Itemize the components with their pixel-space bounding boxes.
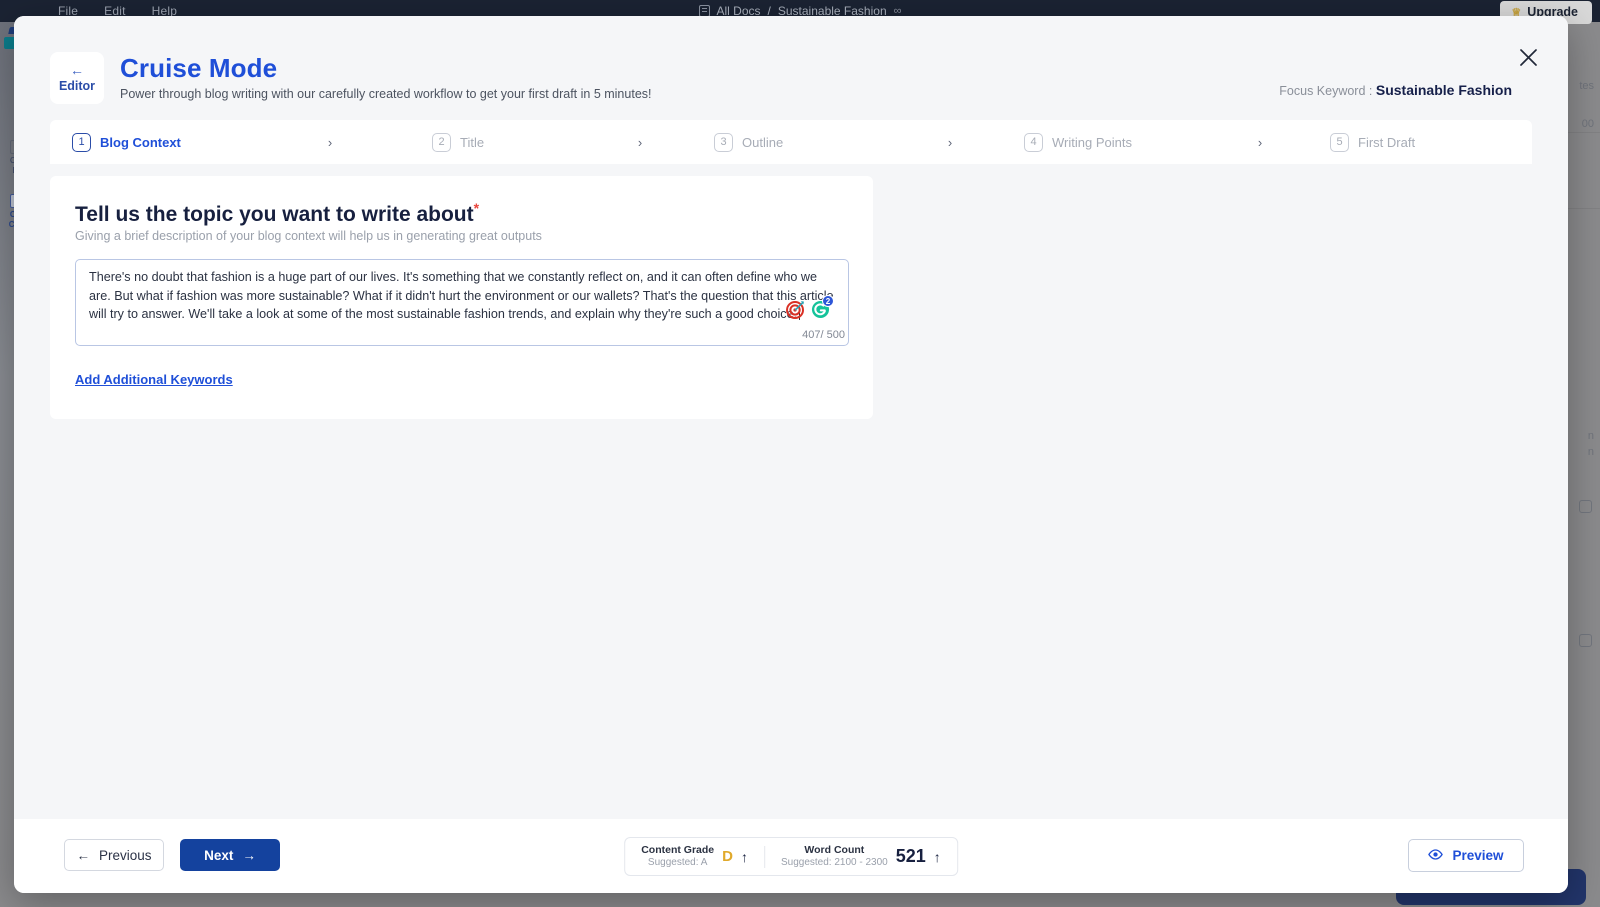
next-label: Next <box>204 848 233 863</box>
modal-footer: ← Previous Next → Content Grade Suggeste… <box>14 819 1568 893</box>
bg-right-text-2: 00 <box>1582 118 1594 130</box>
modal-header: ← Editor Cruise Mode Power through blog … <box>14 16 1568 117</box>
step-title[interactable]: 2 Title <box>432 133 484 152</box>
modal-title-group: Cruise Mode Power through blog writing w… <box>120 52 652 101</box>
previous-label: Previous <box>99 848 152 863</box>
step-slot-3: 3 Outline <box>670 133 920 152</box>
step-first-draft[interactable]: 5 First Draft <box>1330 133 1415 152</box>
question-subtitle: Giving a brief description of your blog … <box>75 229 542 243</box>
step-writing-points[interactable]: 4 Writing Points <box>1024 133 1132 152</box>
step-2-number: 2 <box>432 133 451 152</box>
textarea-assist-icons: 2 <box>786 300 830 319</box>
step-outline[interactable]: 3 Outline <box>714 133 783 152</box>
content-grade-suggested: Suggested: A <box>641 857 714 870</box>
bg-right-text-1: tes <box>1579 80 1594 92</box>
next-button[interactable]: Next → <box>180 839 280 871</box>
page-title: Cruise Mode <box>120 52 652 84</box>
previous-arrow-icon: ← <box>76 848 90 863</box>
copy-icon-1[interactable] <box>1579 500 1592 513</box>
step-chevron-icon-4: › <box>1230 135 1290 150</box>
step-chevron-icon-1: › <box>300 135 360 150</box>
preview-label: Preview <box>1452 848 1503 863</box>
character-counter: 407/ 500 <box>802 329 845 341</box>
stat-content-grade[interactable]: Content Grade Suggested: A D ↑ <box>641 844 748 869</box>
preview-button[interactable]: Preview <box>1408 839 1524 872</box>
word-count-label: Word Count <box>781 844 888 857</box>
grammarly-icon[interactable]: 2 <box>811 300 830 319</box>
back-arrow-icon: ← <box>70 63 84 77</box>
focus-keyword-label: Focus Keyword : <box>1279 84 1372 98</box>
page-subtitle: Power through blog writing with our care… <box>120 87 652 101</box>
step-5-number: 5 <box>1330 133 1349 152</box>
next-arrow-icon: → <box>242 848 256 863</box>
previous-button[interactable]: ← Previous <box>64 839 164 871</box>
cruise-mode-modal: ← Editor Cruise Mode Power through blog … <box>14 16 1568 893</box>
bg-right-text-4: n <box>1588 446 1594 458</box>
word-count-suggested: Suggested: 2100 - 2300 <box>781 857 888 870</box>
step-progress-bar: 1 Blog Context › 2 Title › 3 Outline › 4… <box>50 120 1532 164</box>
blog-context-text: There's no doubt that fashion is a huge … <box>89 270 837 321</box>
step-1-label: Blog Context <box>100 135 181 150</box>
step-chevron-icon-2: › <box>610 135 670 150</box>
step-blog-context[interactable]: 1 Blog Context <box>72 133 181 152</box>
content-grade-arrow-icon: ↑ <box>741 849 748 865</box>
word-count-arrow-icon: ↑ <box>934 849 941 865</box>
document-stats: Content Grade Suggested: A D ↑ Word Coun… <box>624 837 958 876</box>
target-icon[interactable] <box>786 300 805 319</box>
content-grade-value: D <box>722 848 733 865</box>
step-slot-1: 1 Blog Context <box>50 133 300 152</box>
step-3-number: 3 <box>714 133 733 152</box>
modal-body: Tell us the topic you want to write abou… <box>14 164 1568 819</box>
blog-context-textarea[interactable]: There's no doubt that fashion is a huge … <box>75 259 849 346</box>
question-title-text: Tell us the topic you want to write abou… <box>75 203 474 226</box>
blog-context-card: Tell us the topic you want to write abou… <box>50 176 873 419</box>
word-count-value: 521 <box>896 846 926 867</box>
step-5-label: First Draft <box>1358 135 1415 150</box>
content-grade-label: Content Grade <box>641 844 714 857</box>
blog-context-value: There's no doubt that fashion is a huge … <box>89 268 837 324</box>
step-chevron-icon-3: › <box>920 135 980 150</box>
required-asterisk: * <box>474 200 479 216</box>
question-title: Tell us the topic you want to write abou… <box>75 200 479 227</box>
stats-divider <box>764 846 765 868</box>
step-slot-2: 2 Title <box>360 133 610 152</box>
eye-icon <box>1428 848 1443 863</box>
back-to-editor-button[interactable]: ← Editor <box>50 52 104 104</box>
step-3-label: Outline <box>742 135 783 150</box>
focus-keyword-value: Sustainable Fashion <box>1376 82 1512 98</box>
close-icon[interactable] <box>1514 43 1542 71</box>
back-to-editor-label: Editor <box>59 79 95 93</box>
step-slot-4: 4 Writing Points <box>980 133 1230 152</box>
step-1-number: 1 <box>72 133 91 152</box>
step-slot-5: 5 First Draft <box>1290 133 1490 152</box>
grammarly-suggestion-count: 2 <box>822 295 834 307</box>
step-4-label: Writing Points <box>1052 135 1132 150</box>
step-2-label: Title <box>460 135 484 150</box>
stat-word-count[interactable]: Word Count Suggested: 2100 - 2300 521 ↑ <box>781 844 941 869</box>
focus-keyword: Focus Keyword : Sustainable Fashion <box>1279 82 1512 98</box>
copy-icon-2[interactable] <box>1579 634 1592 647</box>
step-4-number: 4 <box>1024 133 1043 152</box>
add-additional-keywords-link[interactable]: Add Additional Keywords <box>75 372 233 387</box>
bg-right-text-3: n <box>1588 430 1594 442</box>
